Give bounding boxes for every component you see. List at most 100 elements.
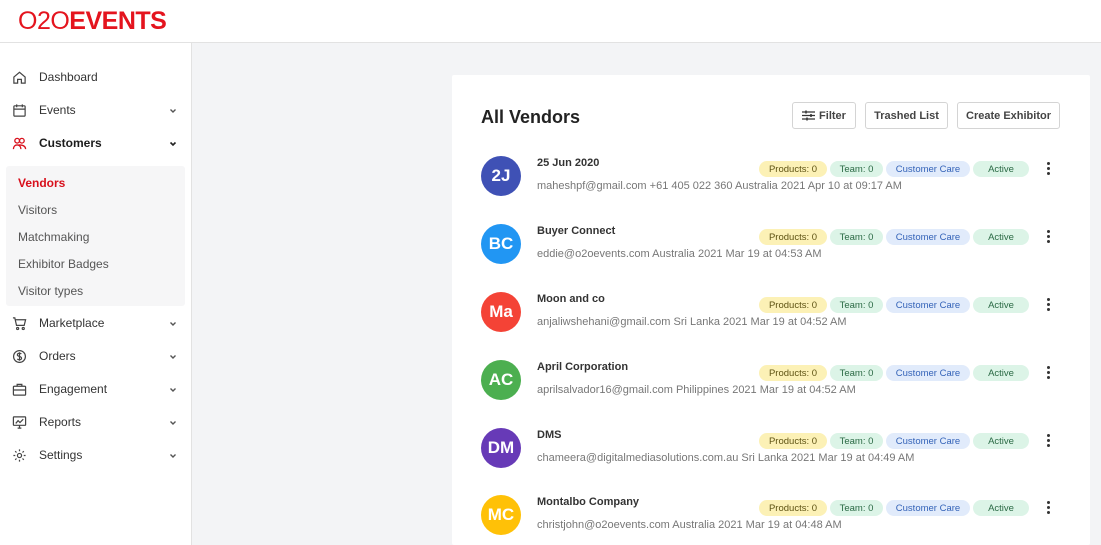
vendor-row[interactable]: MC Montalbo Company christjohn@o2oevents… [452,495,1090,545]
filter-button[interactable]: Filter [792,102,856,129]
products-badge: Products: 0 [759,433,827,449]
status-badge: Active [973,161,1029,177]
customer-care-badge: Customer Care [886,297,970,313]
chart-icon [12,416,27,429]
chevron-down-icon [170,454,176,458]
more-options-icon[interactable] [1045,366,1051,380]
customer-care-badge: Customer Care [886,500,970,516]
customer-care-badge: Customer Care [886,365,970,381]
sidebar-item-reports[interactable]: Reports [0,406,191,439]
vendor-info: aprilsalvador16@gmail.com Philippines 20… [537,384,856,396]
team-badge: Team: 0 [830,365,883,381]
vendor-info: maheshpf@gmail.com +61 405 022 360 Austr… [537,180,902,192]
vendor-row[interactable]: BC Buyer Connect eddie@o2oevents.com Aus… [452,224,1090,292]
gear-icon [13,449,26,462]
avatar: AC [481,360,521,400]
sidebar-item-label: Engagement [39,382,108,396]
sidebar-item-label: Reports [39,415,82,429]
sidebar-item-label: Events [39,103,76,117]
sidebar-item-label: Orders [39,349,76,363]
sidebar-item-marketplace[interactable]: Marketplace [0,307,191,340]
products-badge: Products: 0 [759,500,827,516]
users-icon [12,137,27,150]
sidebar-item-orders[interactable]: Orders [0,340,191,373]
chevron-down-icon [170,388,176,392]
chevron-down-icon [169,141,177,147]
vendors-card: All Vendors Filter Trashed List Create E… [452,75,1090,545]
trashed-list-button[interactable]: Trashed List [865,102,948,129]
sidebar-item-settings[interactable]: Settings [0,439,191,472]
vendor-info: anjaliwshehani@gmail.com Sri Lanka 2021 … [537,316,847,328]
customer-care-badge: Customer Care [886,161,970,177]
avatar: MC [481,495,521,535]
vendor-info: christjohn@o2oevents.com Australia 2021 … [537,519,842,531]
vendor-name[interactable]: 25 Jun 2020 [537,157,599,169]
status-badge: Active [973,500,1029,516]
sidebar-item-label: Marketplace [39,316,105,330]
team-badge: Team: 0 [830,161,883,177]
vendor-info: chameera@digitalmediasolutions.com.au Sr… [537,452,915,464]
submenu-item-visitor-types[interactable]: Visitor types [18,284,83,298]
team-badge: Team: 0 [830,297,883,313]
more-options-icon[interactable] [1045,501,1051,515]
status-badge: Active [973,229,1029,245]
submenu-item-exhibitor-badges[interactable]: Exhibitor Badges [18,257,109,271]
customers-submenu: Vendors Visitors Matchmaking Exhibitor B… [6,166,185,306]
vendor-row[interactable]: Ma Moon and co anjaliwshehani@gmail.com … [452,292,1090,360]
chevron-down-icon [170,421,176,425]
sidebar-item-events[interactable]: Events [0,94,191,127]
sidebar-item-customers[interactable]: Customers [0,127,191,160]
chevron-down-icon [170,355,176,359]
sidebar-item-engagement[interactable]: Engagement [0,373,191,406]
customer-care-badge: Customer Care [886,229,970,245]
sidebar: Dashboard Events Customers Vendors Visit… [0,43,192,545]
sidebar-item-label: Dashboard [39,70,98,84]
more-options-icon[interactable] [1045,298,1051,312]
products-badge: Products: 0 [759,161,827,177]
submenu-item-vendors[interactable]: Vendors [18,176,65,190]
chevron-down-icon [170,109,176,113]
more-options-icon[interactable] [1045,230,1051,244]
vendor-name[interactable]: April Corporation [537,361,628,373]
avatar: DM [481,428,521,468]
sliders-icon [802,110,816,121]
vendor-name[interactable]: DMS [537,429,561,441]
status-badge: Active [973,433,1029,449]
vendor-info: eddie@o2oevents.com Australia 2021 Mar 1… [537,248,822,260]
more-options-icon[interactable] [1045,434,1051,448]
submenu-item-visitors[interactable]: Visitors [18,203,57,217]
vendor-row[interactable]: DM DMS chameera@digitalmediasolutions.co… [452,428,1090,496]
chevron-down-icon [170,322,176,326]
status-badge: Active [973,297,1029,313]
currency-icon [12,349,27,364]
page-title: All Vendors [481,107,581,127]
vendor-name[interactable]: Montalbo Company [537,496,639,508]
products-badge: Products: 0 [759,297,827,313]
home-icon [13,71,26,84]
customer-care-badge: Customer Care [886,433,970,449]
avatar: 2J [481,156,521,196]
vendor-name[interactable]: Moon and co [537,293,605,305]
top-bar: O2OEVENTS [0,0,1101,43]
avatar: Ma [481,292,521,332]
create-exhibitor-button[interactable]: Create Exhibitor [957,102,1060,129]
briefcase-icon [12,383,27,396]
vendor-row[interactable]: AC April Corporation aprilsalvador16@gma… [452,360,1090,428]
vendor-name[interactable]: Buyer Connect [537,225,615,237]
status-badge: Active [973,365,1029,381]
sidebar-item-label: Customers [39,136,102,150]
avatar: BC [481,224,521,264]
brand-logo[interactable]: O2OEVENTS [18,8,167,35]
products-badge: Products: 0 [759,229,827,245]
sidebar-item-dashboard[interactable]: Dashboard [0,61,191,94]
team-badge: Team: 0 [830,229,883,245]
vendor-row[interactable]: 2J 25 Jun 2020 maheshpf@gmail.com +61 40… [452,156,1090,224]
team-badge: Team: 0 [830,433,883,449]
sidebar-item-label: Settings [39,448,83,462]
calendar-icon [13,104,26,117]
more-options-icon[interactable] [1045,162,1051,176]
products-badge: Products: 0 [759,365,827,381]
team-badge: Team: 0 [830,500,883,516]
cart-icon [12,317,27,331]
submenu-item-matchmaking[interactable]: Matchmaking [18,230,89,244]
